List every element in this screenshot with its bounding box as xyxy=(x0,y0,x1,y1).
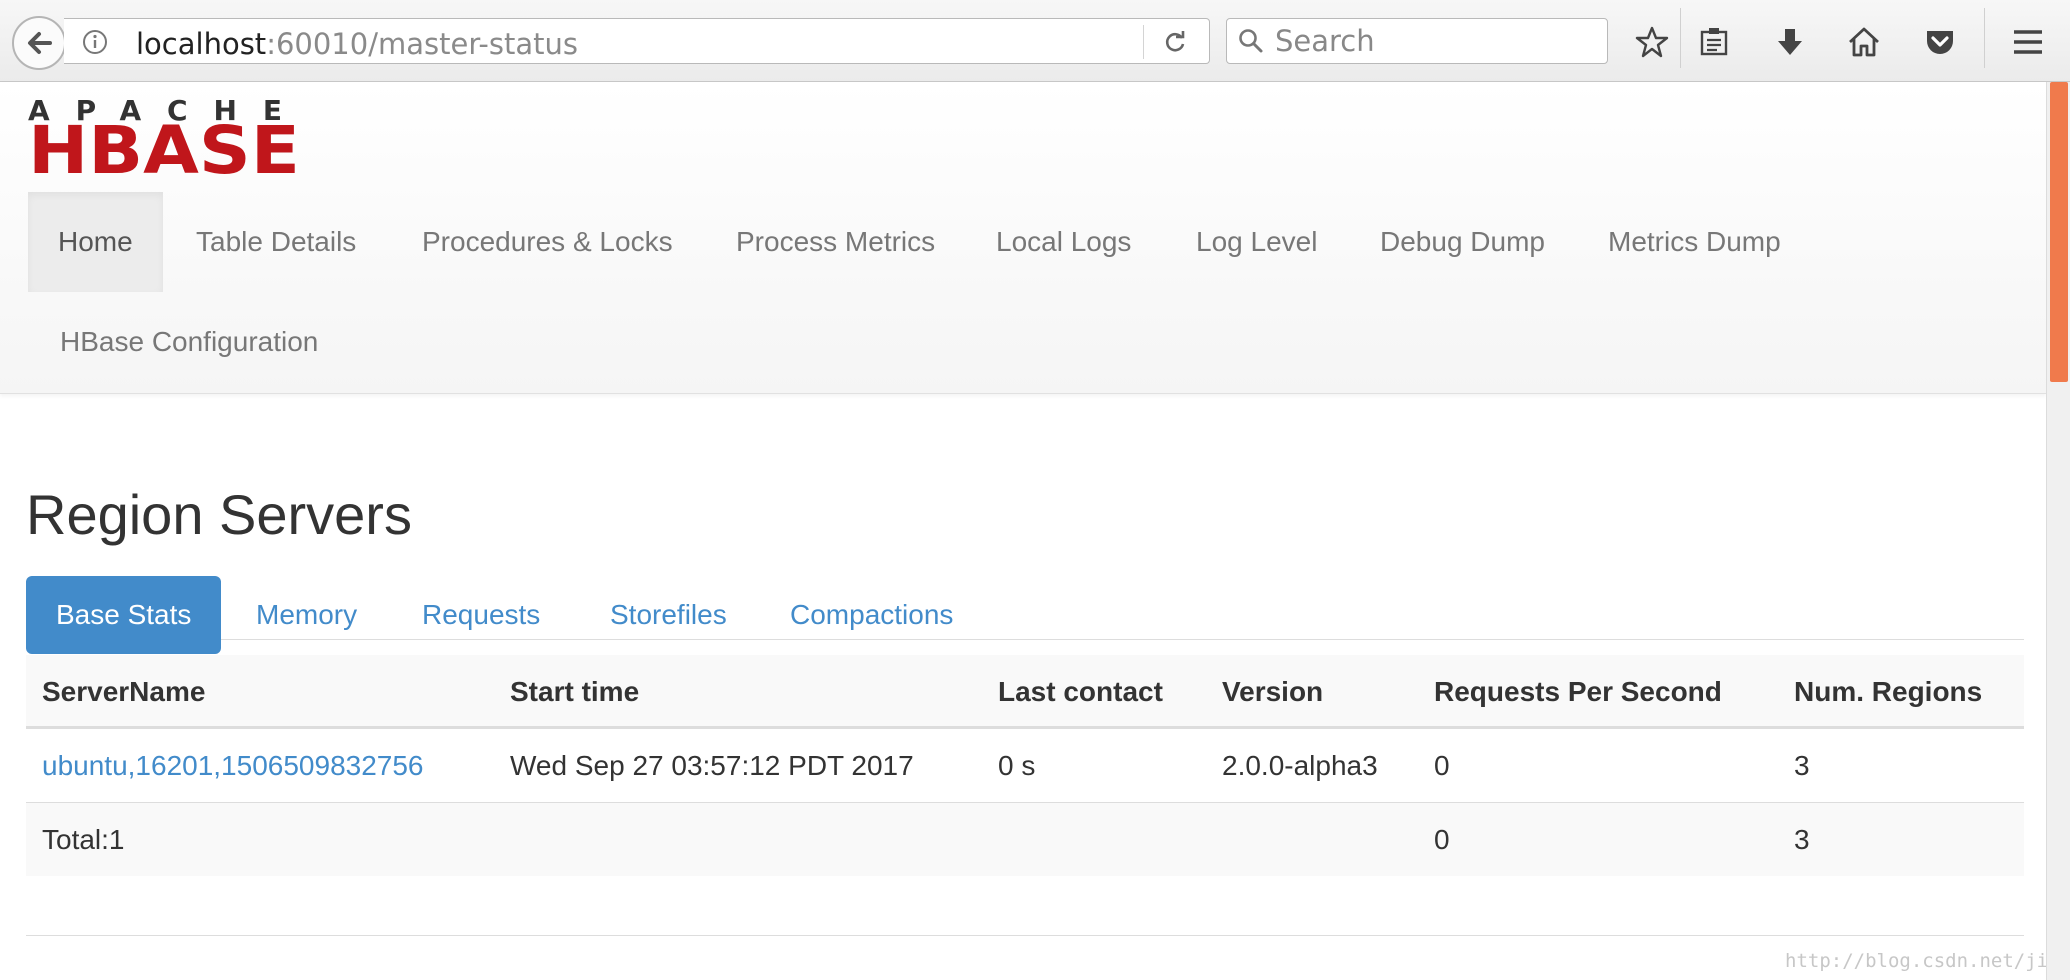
num-regions-cell: 3 xyxy=(1794,750,1810,781)
back-arrow-icon xyxy=(28,32,52,54)
tab-base-stats[interactable]: Base Stats xyxy=(26,576,222,654)
pocket-shield-icon xyxy=(1927,31,1953,54)
browser-toolbar: localhost:60010/master-status xyxy=(0,0,2070,82)
column-header: ServerName xyxy=(42,676,206,707)
start-time-cell: Wed Sep 27 03:57:12 PDT 2017 xyxy=(510,750,914,781)
column-header: Last contact xyxy=(998,676,1163,707)
tab-requests[interactable]: Requests xyxy=(392,576,570,654)
nav-debug-dump[interactable]: Debug Dump xyxy=(1350,192,1575,292)
info-icon[interactable] xyxy=(82,29,108,55)
server-name-cell: ubuntu,16201,1506509832756 xyxy=(42,729,424,803)
column-header: Start time xyxy=(510,676,640,707)
downloads-icon[interactable] xyxy=(1770,22,1810,62)
back-button[interactable] xyxy=(12,16,66,70)
page-content: APACHE HBASE Home Table Details Procedur… xyxy=(0,82,2070,980)
table-header-row: ServerName Start time Last contact Versi… xyxy=(26,655,2024,728)
table-row: ubuntu,16201,1506509832756 Wed Sep 27 03… xyxy=(26,728,2024,802)
column-header: Num. Regions xyxy=(1794,676,1983,707)
tab-memory[interactable]: Memory xyxy=(226,576,387,654)
region-server-tabs: Base Stats Memory Requests Storefiles Co… xyxy=(26,576,2024,654)
server-name-link[interactable]: ubuntu,16201,1506509832756 xyxy=(42,750,424,782)
menu-icon[interactable] xyxy=(2008,22,2048,62)
table-total-row: Total:1 0 3 xyxy=(26,802,2024,876)
url-host: localhost xyxy=(136,27,267,61)
nav-metrics-dump[interactable]: Metrics Dump xyxy=(1578,192,1811,292)
svg-text:HBASE: HBASE xyxy=(28,112,300,174)
top-navbar: APACHE HBASE Home Table Details Procedur… xyxy=(0,82,2046,394)
search-input[interactable] xyxy=(1275,25,1595,57)
last-contact-cell: 0 s xyxy=(998,750,1036,781)
scrollbar-thumb[interactable] xyxy=(2050,82,2068,382)
page-title: Region Servers xyxy=(26,483,412,546)
search-box[interactable] xyxy=(1226,18,1608,64)
column-header: Requests Per Second xyxy=(1434,676,1722,707)
download-arrow-icon xyxy=(1778,29,1802,55)
total-requests-per-second: 0 xyxy=(1434,824,1450,855)
toolbar-divider xyxy=(1680,8,1681,68)
url-bar[interactable]: localhost:60010/master-status xyxy=(64,18,1210,64)
version-cell: 2.0.0-alpha3 xyxy=(1222,750,1378,781)
nav-hbase-configuration[interactable]: HBase Configuration xyxy=(30,292,348,392)
nav-procedures-locks[interactable]: Procedures & Locks xyxy=(392,192,703,292)
tab-storefiles[interactable]: Storefiles xyxy=(580,576,757,654)
hbase-logo[interactable]: APACHE HBASE xyxy=(28,96,300,174)
nav-local-logs[interactable]: Local Logs xyxy=(966,192,1161,292)
total-num-regions: 3 xyxy=(1794,824,1810,855)
tab-compactions[interactable]: Compactions xyxy=(760,576,983,654)
nav-process-metrics[interactable]: Process Metrics xyxy=(706,192,965,292)
requests-per-second-cell: 0 xyxy=(1434,750,1450,781)
url-text[interactable]: localhost:60010/master-status xyxy=(136,27,578,61)
toolbar-divider xyxy=(1984,8,1985,68)
bookmark-star-icon[interactable] xyxy=(1632,22,1672,62)
nav-log-level[interactable]: Log Level xyxy=(1166,192,1347,292)
pocket-icon[interactable] xyxy=(1920,22,1960,62)
column-header: Version xyxy=(1222,676,1324,707)
total-label: Total:1 xyxy=(42,824,125,855)
home-icon[interactable] xyxy=(1844,22,1884,62)
reading-list-icon[interactable] xyxy=(1694,22,1734,62)
url-path: :60010/master-status xyxy=(266,27,578,61)
page-scrollbar[interactable] xyxy=(2046,82,2070,980)
nav-home[interactable]: Home xyxy=(28,192,163,292)
section-divider xyxy=(26,935,2024,936)
nav-table-details[interactable]: Table Details xyxy=(166,192,386,292)
hamburger-icon xyxy=(2014,30,2042,54)
search-icon xyxy=(1239,29,1263,53)
star-icon xyxy=(1635,26,1669,58)
reload-icon[interactable] xyxy=(1162,29,1188,55)
house-icon xyxy=(1849,27,1879,57)
watermark-text: http://blog.csdn.net/jiecxy xyxy=(1785,950,2070,972)
url-divider xyxy=(1143,25,1144,59)
clipboard-icon xyxy=(1700,28,1728,56)
